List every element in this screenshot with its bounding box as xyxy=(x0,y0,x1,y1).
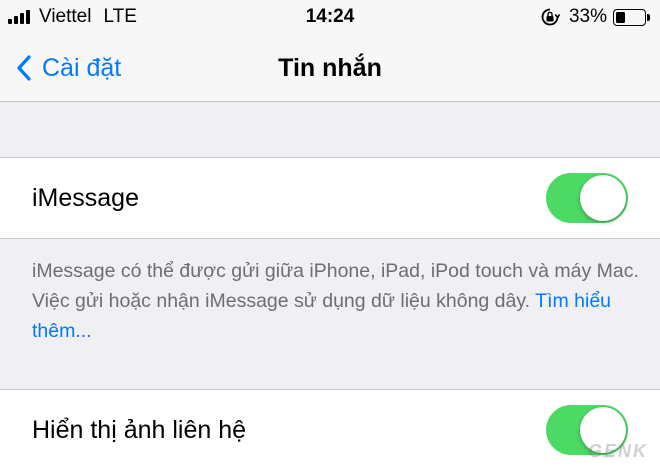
toggle-knob xyxy=(580,175,626,221)
navigation-bar: Cài đặt Tin nhắn xyxy=(0,34,660,102)
battery-level-fill xyxy=(616,11,625,23)
battery-icon xyxy=(613,8,650,26)
watermark-logo: GENK xyxy=(587,441,648,461)
orientation-lock-icon xyxy=(540,7,560,27)
status-bar: Viettel LTE 14:24 33% xyxy=(0,0,660,34)
battery-percent: 33% xyxy=(568,6,607,27)
status-right: 33% xyxy=(540,6,650,28)
imessage-toggle[interactable] xyxy=(546,173,628,223)
show-contact-photos-row: Hiển thị ảnh liên hệ xyxy=(0,389,660,472)
battery-cap xyxy=(647,13,650,21)
imessage-label: iMessage xyxy=(32,184,139,212)
imessage-footer: iMessage có thể được gửi giữa iPhone, iP… xyxy=(32,256,642,346)
imessage-row: iMessage xyxy=(0,157,660,239)
page-title: Tin nhắn xyxy=(278,54,382,82)
show-contact-photos-label: Hiển thị ảnh liên hệ xyxy=(32,416,247,444)
